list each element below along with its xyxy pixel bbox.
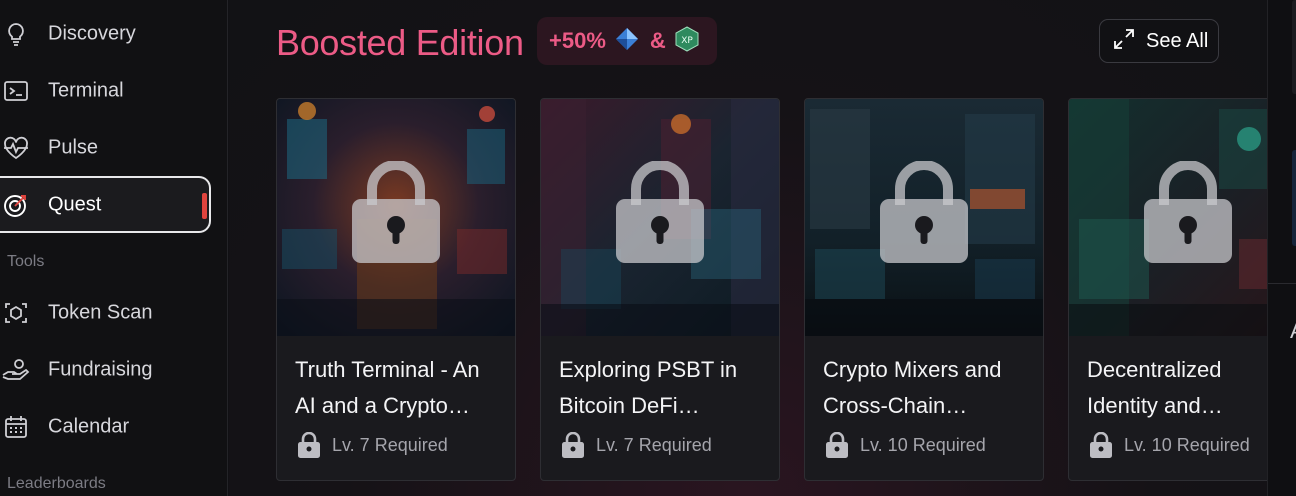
- app-root: Discovery Terminal Pulse Quest Tools Tok…: [0, 0, 1296, 496]
- target-icon: [2, 191, 30, 219]
- sidebar-item-terminal[interactable]: Terminal: [0, 62, 211, 119]
- card-title: Truth Terminal - An AI and a Crypto…: [295, 357, 480, 418]
- blue-gem-icon: [614, 26, 640, 57]
- sidebar-item-label: Quest: [48, 193, 102, 215]
- partial-text: A: [1290, 318, 1296, 344]
- level-requirement: Lv. 7 Required: [297, 432, 448, 458]
- lightbulb-icon: [2, 20, 30, 48]
- hand-coin-icon: [2, 356, 30, 384]
- lock-icon: [616, 161, 704, 263]
- sidebar-item-label: Calendar: [48, 415, 130, 437]
- terminal-icon: [2, 77, 30, 105]
- section-label-leaderboards: Leaderboards: [7, 475, 106, 492]
- requirement-text: Lv. 10 Required: [1124, 434, 1250, 455]
- sidebar: Discovery Terminal Pulse Quest Tools Tok…: [0, 0, 228, 496]
- card-thumbnail: [805, 99, 1043, 336]
- sidebar-item-label: Terminal: [48, 79, 124, 101]
- lock-icon: [1144, 161, 1232, 263]
- card-title: Exploring PSBT in Bitcoin DeFi…: [559, 357, 738, 418]
- sidebar-item-pulse[interactable]: Pulse: [0, 119, 211, 176]
- card-thumbnail: [277, 99, 515, 336]
- expand-icon: [1113, 28, 1135, 55]
- section-heading: Boosted Edition: [276, 22, 524, 63]
- boost-ampersand: &: [649, 28, 666, 53]
- requirement-text: Lv. 7 Required: [596, 434, 712, 455]
- card-title: Crypto Mixers and Cross-Chain…: [823, 357, 1002, 418]
- see-all-label: See All: [1146, 29, 1209, 52]
- level-requirement: Lv. 10 Required: [825, 432, 986, 458]
- card-thumbnail: [1069, 99, 1267, 336]
- panel-block: [1292, 150, 1296, 246]
- card-thumbnail: [541, 99, 779, 336]
- see-all-button[interactable]: See All: [1099, 19, 1219, 63]
- level-requirement: Lv. 7 Required: [561, 432, 712, 458]
- sidebar-item-label: Token Scan: [48, 301, 153, 323]
- quest-card[interactable]: Exploring PSBT in Bitcoin DeFi… Lv. 7 Re…: [540, 98, 780, 481]
- svg-text:XP: XP: [681, 36, 693, 46]
- sidebar-item-discovery[interactable]: Discovery: [0, 5, 211, 62]
- active-indicator: [202, 193, 207, 219]
- main-content: Boosted Edition +50% & XP See All Truth …: [229, 0, 1267, 496]
- quest-card[interactable]: Truth Terminal - An AI and a Crypto… Lv.…: [276, 98, 516, 481]
- sidebar-item-quest[interactable]: Quest: [0, 176, 211, 233]
- lock-icon: [880, 161, 968, 263]
- xp-hexagon-icon: XP: [674, 25, 700, 57]
- boost-badge: +50% & XP: [537, 17, 717, 65]
- token-scan-icon: [2, 299, 30, 327]
- sidebar-item-label: Discovery: [48, 22, 136, 44]
- section-label-tools: Tools: [7, 253, 45, 270]
- lock-icon: [1090, 432, 1112, 458]
- lock-icon: [352, 161, 440, 263]
- quest-card[interactable]: Crypto Mixers and Cross-Chain… Lv. 10 Re…: [804, 98, 1044, 481]
- sidebar-item-calendar[interactable]: Calendar: [0, 398, 211, 455]
- boost-percent: +50%: [549, 28, 606, 53]
- sidebar-item-label: Fundraising: [48, 358, 153, 380]
- sidebar-item-fundraising[interactable]: Fundraising: [0, 341, 211, 398]
- right-panel: A: [1267, 0, 1296, 496]
- requirement-text: Lv. 7 Required: [332, 434, 448, 455]
- sidebar-item-label: Pulse: [48, 136, 99, 158]
- calendar-icon: [2, 413, 30, 441]
- divider: [1268, 283, 1296, 284]
- requirement-text: Lv. 10 Required: [860, 434, 986, 455]
- quest-card[interactable]: Decentralized Identity and… Lv. 10 Requi…: [1068, 98, 1267, 481]
- sidebar-item-token-scan[interactable]: Token Scan: [0, 284, 211, 341]
- lock-icon: [826, 432, 848, 458]
- heart-pulse-icon: [2, 134, 30, 162]
- panel-block: [1292, 0, 1296, 94]
- lock-icon: [562, 432, 584, 458]
- level-requirement: Lv. 10 Required: [1089, 432, 1250, 458]
- lock-icon: [298, 432, 320, 458]
- card-title: Decentralized Identity and…: [1087, 357, 1223, 418]
